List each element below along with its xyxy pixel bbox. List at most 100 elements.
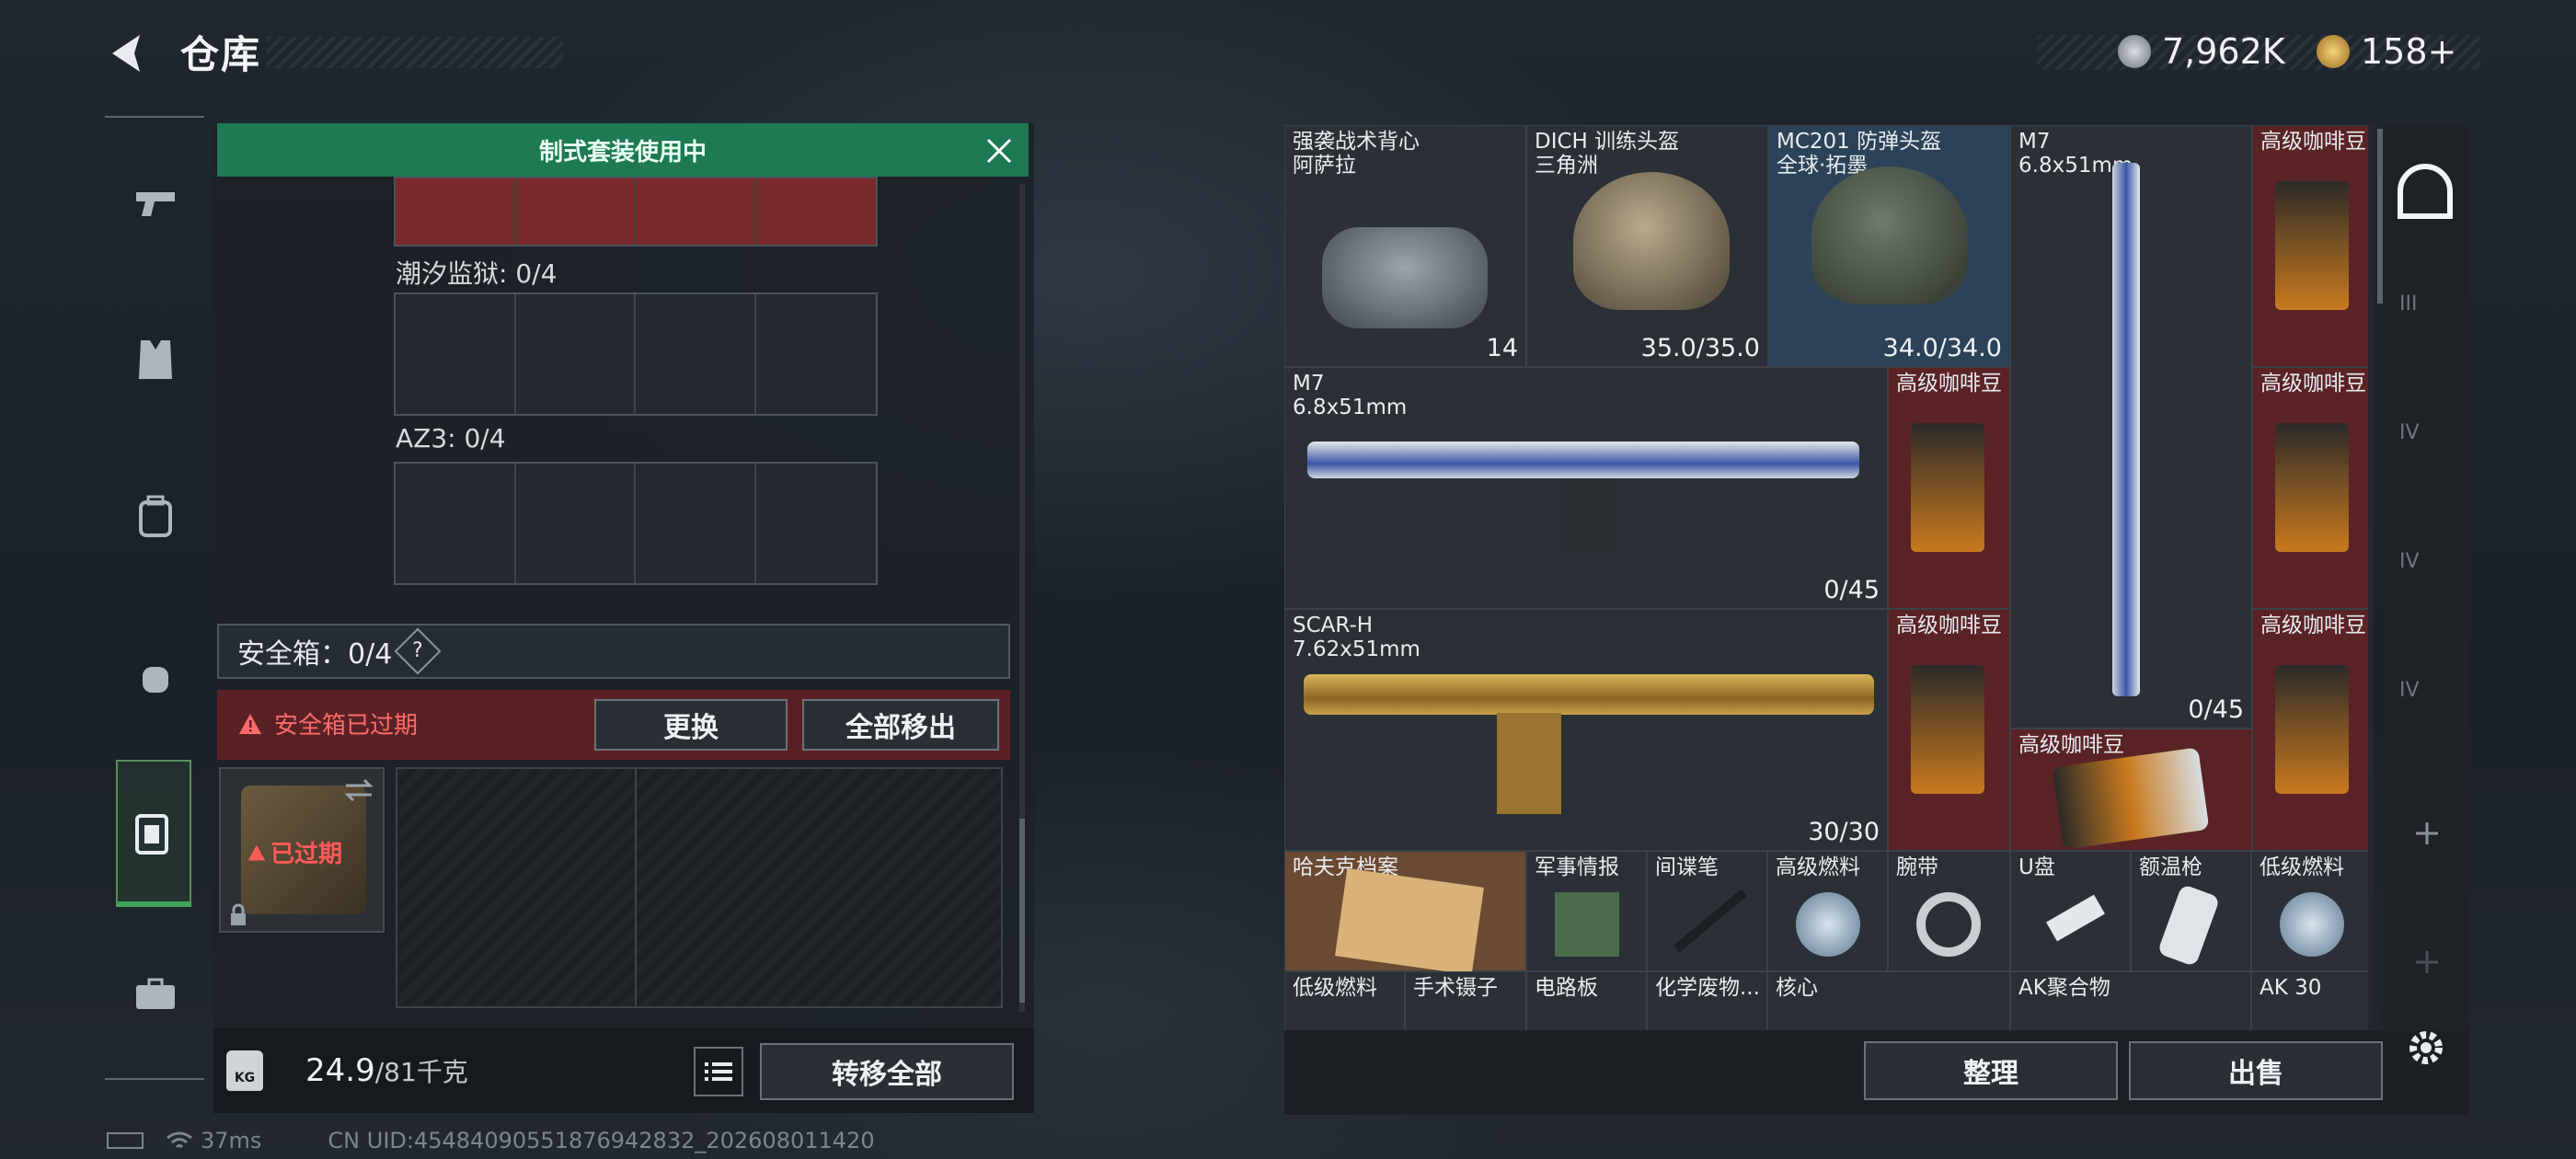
inventory-item[interactable]: 军事情报 (1526, 851, 1647, 971)
item-slot[interactable] (756, 294, 877, 414)
fuel-image (2280, 892, 2344, 957)
rifle-image (1307, 442, 1859, 478)
safe-box-header: 安全箱：0/4 ? (217, 624, 1010, 679)
pistol-icon (136, 192, 175, 216)
inventory-item[interactable]: SCAR-H 7.62x51mm 30/30 (1284, 609, 1888, 851)
inventory-item[interactable]: 高级咖啡豆 (1888, 609, 2010, 851)
item-slot[interactable] (515, 178, 636, 245)
warehouse-icon[interactable] (2398, 164, 2453, 219)
inventory-item[interactable]: 腕带 (1888, 851, 2010, 971)
item-slot[interactable] (396, 464, 516, 583)
inventory-item[interactable]: 额温枪 (2131, 851, 2251, 971)
wristband-image (1916, 892, 1981, 957)
page-title: 仓库 (180, 32, 262, 77)
item-slot[interactable] (516, 464, 636, 583)
inventory-item[interactable]: 手术镊子 (1405, 971, 1526, 1030)
safe-box-tab-icon-wrap (110, 793, 193, 876)
az3-slots (394, 462, 878, 585)
storage-tab-4a[interactable]: IV (2399, 421, 2420, 444)
expired-warning: 安全箱已过期 (237, 706, 418, 740)
inventory-item[interactable]: 化学废物... (1647, 971, 1767, 1030)
inventory-item[interactable]: 低级燃料 (1284, 971, 1405, 1030)
loadout-banner: 制式套装使用中 (217, 123, 1029, 177)
warning-icon (247, 844, 266, 860)
inventory-item[interactable]: DICH 训练头盔 三角洲 35.0/35.0 (1526, 125, 1768, 367)
inventory-item[interactable]: 哈夫克档案 (1284, 851, 1526, 975)
help-icon[interactable]: ? (394, 627, 442, 675)
close-icon[interactable] (981, 132, 1018, 169)
inventory-item[interactable]: 高级燃料 (1767, 851, 1888, 971)
inventory-item[interactable]: AK聚合物 (2010, 971, 2251, 1030)
status-bar: 37ms CN UID:4548409055187694283​2_202608… (107, 1128, 875, 1153)
inventory-item[interactable]: 核心 (1767, 971, 2010, 1030)
transfer-all-button[interactable]: 转移全部 (760, 1043, 1014, 1100)
vest-image (1322, 227, 1488, 328)
item-slot[interactable] (636, 294, 756, 414)
settings-gear-icon[interactable] (2403, 1025, 2449, 1071)
inventory-item[interactable]: 高级咖啡豆 (2252, 367, 2368, 609)
wifi-icon (167, 1131, 192, 1149)
item-slot[interactable] (636, 178, 756, 245)
sort-button[interactable]: 整理 (1864, 1041, 2118, 1100)
inventory-item[interactable]: MC201 防弹头盔 全球·拓墨 34.0/34.0 (1768, 125, 2010, 367)
safe-box-label: 安全箱：0/4 (237, 638, 393, 671)
weight-max: /81千克 (374, 1057, 468, 1087)
storage-tab-3[interactable]: III (2399, 293, 2417, 316)
gold-currency[interactable]: 158+ (2317, 31, 2456, 72)
inventory-item[interactable]: U盘 (2010, 851, 2131, 971)
inventory-item[interactable]: 间谍笔 (1647, 851, 1767, 971)
toolbox-tab[interactable] (114, 953, 197, 1036)
inventory-item[interactable]: 高级咖啡豆 (2252, 609, 2368, 851)
vest-icon (139, 340, 172, 379)
inventory-item[interactable]: 高级咖啡豆 (1888, 367, 2010, 609)
case-expired-label: 已过期 (247, 835, 342, 869)
weight-value: 24.9 (305, 1052, 375, 1089)
inventory-item[interactable]: AK 30 (2251, 971, 2368, 1030)
list-view-button[interactable] (694, 1047, 743, 1096)
thermometer-image (2156, 883, 2221, 968)
vest-tab[interactable] (114, 318, 197, 401)
list-icon (705, 1062, 732, 1081)
item-slot[interactable] (396, 294, 516, 414)
silver-currency[interactable]: 7,962K (2118, 31, 2285, 72)
pouch-tab[interactable] (114, 635, 197, 717)
item-slot[interactable] (516, 294, 636, 414)
item-slot[interactable] (755, 178, 876, 245)
coffee-bag-image (2275, 423, 2349, 552)
add-icon[interactable] (2410, 817, 2444, 850)
coffee-bag-image (2052, 747, 2210, 850)
inventory-item[interactable]: 高级咖啡豆 (2252, 125, 2368, 367)
warning-icon (239, 713, 261, 734)
inventory-item[interactable]: 低级燃料 (2251, 851, 2368, 971)
inventory-item[interactable]: M7 6.8x51mm 0/45 (2010, 125, 2252, 729)
rail-divider-bottom (105, 1078, 204, 1080)
weapon-tab[interactable] (114, 162, 197, 245)
swap-icon[interactable] (342, 776, 375, 804)
slot-label-az3: AZ3: 0/4 (396, 423, 506, 453)
remove-all-button[interactable]: 全部移出 (802, 699, 999, 751)
coffee-bag-image (1911, 665, 1984, 794)
safe-box-grid (396, 767, 1003, 1008)
item-slot[interactable] (756, 464, 877, 583)
inventory-item[interactable]: 电路板 (1526, 971, 1647, 1030)
item-slot[interactable] (636, 464, 756, 583)
backpack-tab[interactable] (114, 475, 197, 557)
sell-button[interactable]: 出售 (2129, 1041, 2383, 1100)
rifle-grip (1561, 478, 1616, 552)
back-arrow-icon[interactable] (103, 28, 155, 79)
storage-tab-4c[interactable]: IV (2399, 679, 2420, 702)
slot-label-tide-prison: 潮汐监狱: 0/4 (396, 258, 558, 289)
inventory-item[interactable]: 高级咖啡豆 (2010, 729, 2252, 851)
safe-box-case[interactable]: 已过期 (219, 767, 385, 933)
weight-icon: KG (226, 1050, 263, 1091)
inventory-item[interactable]: 强袭战术背心 阿萨拉 14 (1284, 125, 1526, 367)
usb-image (2046, 894, 2105, 942)
left-scroll-thumb[interactable] (1019, 819, 1025, 1003)
add-icon[interactable] (2410, 946, 2444, 979)
storage-tab-4b[interactable]: IV (2399, 550, 2420, 573)
inventory-item[interactable]: M7 6.8x51mm 0/45 (1284, 367, 1888, 609)
replace-button[interactable]: 更换 (594, 699, 788, 751)
rifle-image (1304, 674, 1874, 715)
inventory-grid: 强袭战术背心 阿萨拉 14 DICH 训练头盔 三角洲 35.0/35.0 MC… (1284, 125, 2368, 1030)
item-slot[interactable] (396, 178, 516, 245)
